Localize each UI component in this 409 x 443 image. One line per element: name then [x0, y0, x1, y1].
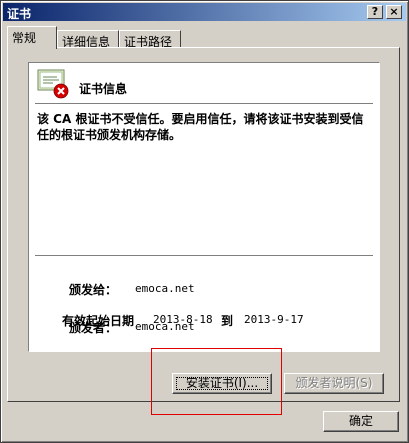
ok-button[interactable]: 确定	[323, 411, 399, 432]
close-button[interactable]: ×	[386, 5, 402, 19]
tab-general[interactable]: 常规	[7, 26, 57, 49]
help-button[interactable]: ?	[367, 5, 383, 19]
title-bar[interactable]: 证书 ? ×	[3, 3, 406, 21]
issued-to-value: emoca.net	[135, 282, 195, 295]
untrusted-certificate-icon	[37, 69, 69, 99]
divider	[35, 255, 373, 257]
valid-to-label: 到	[221, 314, 234, 328]
certificate-dialog: 证书 ? × 常规 详细信息 证书路径 证书信息 该 CA 根证书不受信任。要启…	[0, 0, 409, 443]
valid-from-value: 2013-8-18	[153, 313, 213, 326]
tab-cert-path[interactable]: 证书路径	[119, 30, 181, 49]
trust-warning-text: 该 CA 根证书不受信任。要启用信任，请将该证书安装到受信任的根证书颁发机构存储…	[37, 112, 364, 142]
ok-label: 确定	[348, 414, 373, 428]
tab-general-label: 常规	[12, 31, 37, 45]
issuer-statement-button[interactable]: 颁发者说明(S)	[284, 373, 384, 394]
certificate-info-heading: 证书信息	[79, 82, 128, 96]
window-title: 证书	[7, 7, 32, 21]
issued-to-label: 颁发给：	[69, 283, 118, 297]
divider	[35, 103, 373, 105]
tab-details[interactable]: 详细信息	[57, 30, 119, 49]
issuer-statement-label: 颁发者说明(S)	[295, 376, 373, 390]
valid-to-value: 2013-9-17	[244, 313, 304, 326]
highlight-annotation	[151, 348, 282, 415]
valid-from-label: 有效起始日期	[62, 314, 135, 328]
certificate-info-box: 证书信息 该 CA 根证书不受信任。要启用信任，请将该证书安装到受信任的根证书颁…	[28, 62, 380, 352]
